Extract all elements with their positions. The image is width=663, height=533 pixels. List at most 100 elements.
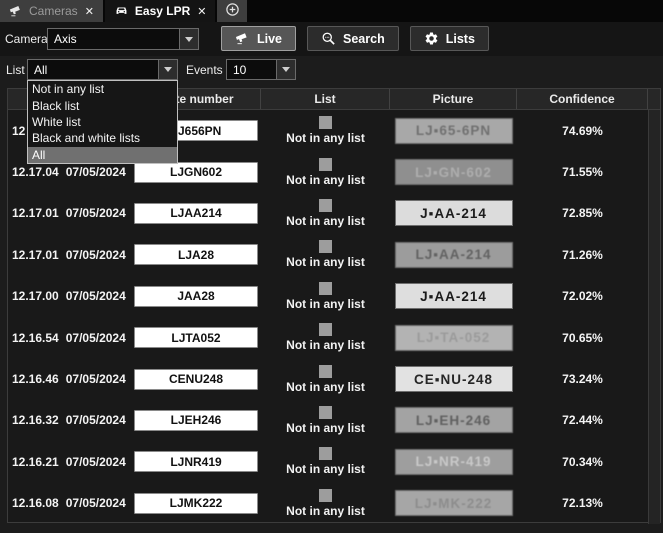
plate-number-input[interactable] xyxy=(134,286,258,307)
list-color-swatch xyxy=(319,406,332,419)
list-dropdown-popup: Not in any listBlack listWhite listBlack… xyxy=(27,80,178,164)
event-date: 07/05/2024 xyxy=(66,496,126,510)
chevron-down-icon[interactable] xyxy=(158,60,177,79)
table-row[interactable]: 12.16.5407/05/2024Not in any listLJ▪TA-0… xyxy=(8,317,648,358)
confidence-value: 70.34% xyxy=(562,455,603,469)
confidence-value: 74.69% xyxy=(562,124,603,138)
chevron-down-icon[interactable] xyxy=(179,29,198,49)
list-dropdown-option[interactable]: All xyxy=(28,147,177,163)
plate-number-input[interactable] xyxy=(134,410,258,431)
camera-select[interactable]: Axis xyxy=(47,28,199,50)
lists-button[interactable]: Lists xyxy=(410,26,489,51)
plate-number-input[interactable] xyxy=(134,451,258,472)
plate-picture: J▪AA-214 xyxy=(395,200,513,226)
plate-picture: CE▪NU-248 xyxy=(395,366,513,392)
tab-bar: Cameras ✕ Easy LPR ✕ xyxy=(0,0,663,22)
plate-number-input[interactable] xyxy=(134,493,258,514)
plate-picture: LJ▪TA-052 xyxy=(395,325,513,351)
event-time: 12.16.46 xyxy=(12,372,59,386)
event-time: 12.17.01 xyxy=(12,248,59,262)
table-row[interactable]: 12.17.0107/05/2024Not in any listLJ▪AA-2… xyxy=(8,234,648,275)
live-button[interactable]: Live xyxy=(221,26,296,51)
events-label: Events xyxy=(186,63,223,77)
plus-circle-icon xyxy=(225,2,240,20)
event-date: 07/05/2024 xyxy=(66,331,126,345)
gear-icon xyxy=(424,31,439,46)
table-row[interactable]: 12.16.4607/05/2024Not in any listCE▪NU-2… xyxy=(8,358,648,399)
list-select[interactable]: All xyxy=(27,59,178,80)
list-dropdown-option[interactable]: Not in any list xyxy=(28,81,177,97)
list-label: List xyxy=(6,63,25,77)
column-header-confidence[interactable]: Confidence xyxy=(517,89,648,109)
plate-number-input[interactable] xyxy=(134,327,258,348)
plate-picture: LJ▪NR-419 xyxy=(395,449,513,475)
list-dropdown-option[interactable]: Black list xyxy=(28,97,177,113)
event-date: 07/05/2024 xyxy=(66,413,126,427)
chevron-down-icon[interactable] xyxy=(276,60,295,79)
event-time: 12.17.01 xyxy=(12,206,59,220)
new-tab-button[interactable] xyxy=(217,0,247,22)
event-date: 07/05/2024 xyxy=(66,206,126,220)
cctv-camera-icon xyxy=(235,31,250,46)
event-time: 12 xyxy=(12,124,25,138)
tab-label: Cameras xyxy=(29,4,78,18)
plate-picture: LJ▪GN-602 xyxy=(395,159,513,185)
event-date: 07/05/2024 xyxy=(66,248,126,262)
table-row[interactable]: 12.16.0807/05/2024Not in any listLJ▪MK-2… xyxy=(8,483,648,524)
event-time: 12.16.54 xyxy=(12,331,59,345)
list-name-label: Not in any list xyxy=(286,214,365,228)
list-dropdown-option[interactable]: White list xyxy=(28,114,177,130)
plate-picture: LJ▪65-6PN xyxy=(395,118,513,144)
list-name-label: Not in any list xyxy=(286,173,365,187)
column-header-picture[interactable]: Picture xyxy=(390,89,517,109)
tab-easy-lpr[interactable]: Easy LPR ✕ xyxy=(105,0,216,22)
table-row[interactable]: 12.16.2107/05/2024Not in any listLJ▪NR-4… xyxy=(8,441,648,482)
list-color-swatch xyxy=(319,158,332,171)
table-row[interactable]: 12.16.32 07/05/2024 Not in any list LJ▪EH-2… xyxy=(8,400,648,441)
confidence-value: 71.55% xyxy=(562,165,603,179)
table-rows: 12Not in any listLJ▪65-6PN74.69%12.17.04… xyxy=(8,110,648,524)
easy-lpr-window: Cameras ✕ Easy LPR ✕ Camera: Axis xyxy=(0,0,663,533)
events-select-value: 10 xyxy=(227,60,276,79)
list-dropdown-option[interactable]: Black and white lists xyxy=(28,130,177,146)
list-name-label: Not in any list xyxy=(286,462,365,476)
scrollbar-track[interactable] xyxy=(648,110,660,524)
plate-number-input[interactable] xyxy=(134,369,258,390)
list-name-label: Not in any list xyxy=(286,131,365,145)
tab-label: Easy LPR xyxy=(135,4,190,18)
search-button[interactable]: Search xyxy=(307,26,399,51)
confidence-value: 73.24% xyxy=(562,372,603,386)
list-color-swatch xyxy=(319,116,332,129)
event-time: 12.16.32 xyxy=(12,413,59,427)
list-color-swatch xyxy=(319,365,332,378)
event-date: 07/05/2024 xyxy=(66,289,126,303)
confidence-value: 70.65% xyxy=(562,331,603,345)
cctv-camera-icon xyxy=(9,4,23,18)
close-icon[interactable]: ✕ xyxy=(85,5,94,18)
table-row[interactable]: 12.17.0007/05/2024Not in any listJ▪AA-21… xyxy=(8,276,648,317)
list-color-swatch xyxy=(319,447,332,460)
confidence-value: 72.13% xyxy=(562,496,603,510)
list-color-swatch xyxy=(319,199,332,212)
plate-number-input[interactable] xyxy=(134,162,258,183)
plate-number-input[interactable] xyxy=(134,203,258,224)
plate-picture: LJ▪EH-246 xyxy=(395,407,513,433)
event-date: 07/05/2024 xyxy=(66,372,126,386)
list-name-label: Not in any list xyxy=(286,255,365,269)
confidence-value: 72.44% xyxy=(562,413,603,427)
close-icon[interactable]: ✕ xyxy=(197,5,206,18)
tab-cameras[interactable]: Cameras ✕ xyxy=(0,0,103,22)
button-label: Search xyxy=(343,32,385,46)
plate-number-input[interactable] xyxy=(134,244,258,265)
confidence-value: 71.26% xyxy=(562,248,603,262)
event-date: 07/05/2024 xyxy=(66,455,126,469)
column-header-list[interactable]: List xyxy=(261,89,390,109)
list-select-value: All xyxy=(28,60,158,79)
list-name-label: Not in any list xyxy=(286,421,365,435)
camera-select-value: Axis xyxy=(48,29,179,49)
event-time: 12.16.08 xyxy=(12,496,59,510)
table-row[interactable]: 12.17.01 07/05/2024 Not in any list J▪AA-21… xyxy=(8,193,648,234)
camera-label: Camera: xyxy=(5,32,51,46)
list-color-swatch xyxy=(319,489,332,502)
events-select[interactable]: 10 xyxy=(226,59,296,80)
